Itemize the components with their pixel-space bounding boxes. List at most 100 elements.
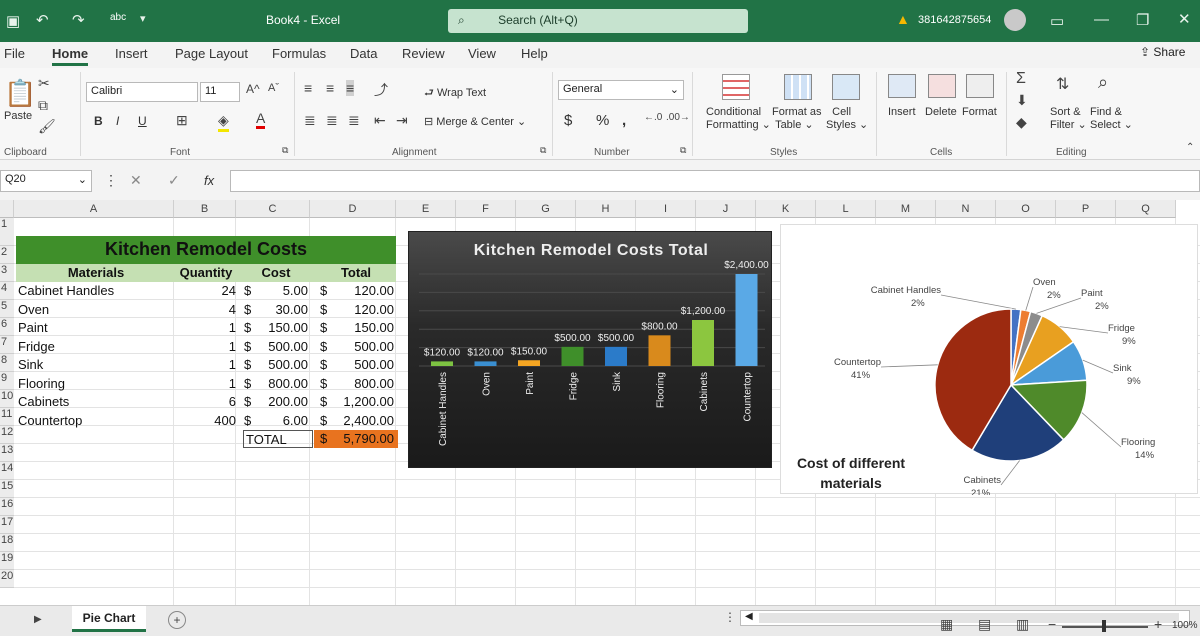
row-header[interactable]: 1 [0, 218, 14, 246]
conditional-formatting-label[interactable]: Conditional Formatting ⌄ [706, 106, 771, 131]
cost-currency-cell[interactable]: $ [244, 301, 256, 319]
column-header[interactable]: E [396, 200, 456, 218]
quantity-cell[interactable]: 400 [176, 412, 236, 430]
total-cell[interactable]: 120.00 [330, 301, 394, 319]
bar[interactable] [692, 320, 714, 366]
column-header[interactable]: H [576, 200, 636, 218]
cell-styles-label[interactable]: Cell Styles ⌄ [826, 106, 868, 131]
tab-data[interactable]: Data [350, 46, 377, 61]
cost-cell[interactable]: 150.00 [256, 319, 308, 337]
material-cell[interactable]: Cabinet Handles [18, 282, 174, 300]
horizontal-scrollbar[interactable]: ◀ [740, 610, 1190, 626]
quantity-cell[interactable]: 1 [176, 375, 236, 393]
sort-filter-label[interactable]: Sort & Filter ⌄ [1050, 106, 1087, 131]
column-header[interactable]: A [14, 200, 174, 218]
fill-icon[interactable]: ⬇ [1016, 92, 1028, 109]
row-header[interactable]: 7 [0, 336, 14, 354]
zoom-level[interactable]: 100% [1172, 620, 1198, 631]
fill-color-icon[interactable]: ◈ [218, 112, 229, 132]
grand-total-value[interactable]: 5,790.00 [330, 430, 394, 448]
column-header[interactable]: O [996, 200, 1056, 218]
cut-icon[interactable]: ✂ [38, 75, 50, 92]
confirm-edit-icon[interactable]: ✓ [168, 172, 180, 189]
tab-home[interactable]: Home [52, 46, 89, 66]
total-label[interactable]: TOTAL [243, 430, 313, 448]
column-header[interactable]: I [636, 200, 696, 218]
warning-icon[interactable]: ▲ [896, 11, 910, 27]
bar[interactable] [648, 335, 671, 366]
share-button[interactable]: ⇪ Share [1140, 45, 1185, 59]
find-select-label[interactable]: Find & Select ⌄ [1090, 106, 1133, 131]
font-color-icon[interactable]: A [256, 110, 266, 129]
page-break-view-icon[interactable]: ▥ [1016, 616, 1029, 633]
select-all-corner[interactable] [0, 200, 14, 218]
format-as-table-icon[interactable] [784, 74, 812, 100]
zoom-slider-handle[interactable] [1102, 620, 1106, 632]
comma-style-button[interactable]: , [622, 112, 626, 129]
minimize-icon[interactable]: — [1094, 11, 1109, 28]
orientation-icon[interactable]: ⤴ [374, 80, 388, 100]
number-format-select[interactable]: General ⌄ [558, 80, 684, 100]
worksheet-grid[interactable]: ABCDEFGHIJKLMNOPQ 1 2 3 4 5 6 7 8 9 10 11 12 13 14 15 1… [0, 200, 1200, 605]
cost-currency-cell[interactable]: $ [244, 319, 256, 337]
bar[interactable] [518, 360, 540, 366]
column-header[interactable]: J [696, 200, 756, 218]
shrink-font-icon[interactable]: Aˇ [268, 82, 279, 94]
bar-chart[interactable]: Kitchen Remodel Costs Total $120.00 Cabin… [408, 231, 772, 468]
column-header[interactable]: L [816, 200, 876, 218]
tab-insert[interactable]: Insert [115, 46, 148, 61]
bar[interactable] [474, 361, 497, 366]
row-header[interactable]: 3 [0, 264, 14, 282]
row-header[interactable]: 4 [0, 282, 14, 300]
header-materials[interactable]: Materials [16, 264, 176, 282]
insert-cells-label[interactable]: Insert [888, 106, 916, 118]
restore-icon[interactable]: ❐ [1136, 11, 1149, 29]
increase-indent-icon[interactable]: ⇥ [396, 112, 408, 129]
increase-decimal-icon[interactable]: ←.0 [644, 112, 662, 123]
currency-button[interactable]: $ [564, 112, 572, 129]
material-cell[interactable]: Paint [18, 319, 174, 337]
cost-currency-cell[interactable]: $ [244, 393, 256, 411]
ribbon-display-icon[interactable]: ▭ [1050, 12, 1064, 30]
quantity-cell[interactable]: 1 [176, 356, 236, 374]
tab-view[interactable]: View [468, 46, 496, 61]
align-middle-icon[interactable]: ≡ [326, 80, 334, 96]
account-name[interactable]: 381642875654 [918, 14, 991, 26]
total-cell[interactable]: 2,400.00 [330, 412, 394, 430]
decrease-decimal-icon[interactable]: .00→ [666, 112, 690, 123]
quantity-cell[interactable]: 1 [176, 319, 236, 337]
page-layout-view-icon[interactable]: ▤ [978, 616, 991, 633]
pie-chart[interactable]: Cabinet Handles 2% Oven 2% Paint 2% Fridge 9% Si… [780, 224, 1198, 495]
bar[interactable] [605, 346, 627, 366]
format-painter-icon[interactable]: 🖌 [38, 118, 56, 135]
cost-currency-cell[interactable]: $ [244, 282, 256, 300]
align-bottom-icon[interactable]: ≡ [346, 80, 355, 96]
tab-page-layout[interactable]: Page Layout [175, 46, 248, 61]
quantity-cell[interactable]: 6 [176, 393, 236, 411]
bold-button[interactable]: B [94, 114, 103, 128]
tab-help[interactable]: Help [521, 46, 548, 61]
total-cell[interactable]: 1,200.00 [330, 393, 394, 411]
spelling-button[interactable]: abc [110, 12, 126, 23]
column-header[interactable]: M [876, 200, 936, 218]
column-header[interactable]: D [310, 200, 396, 218]
align-center-icon[interactable]: ≣ [326, 112, 338, 129]
font-dialog-icon[interactable]: ⧉ [282, 145, 288, 156]
avatar[interactable] [1004, 9, 1026, 31]
cell-styles-icon[interactable] [832, 74, 860, 100]
column-header[interactable]: P [1056, 200, 1116, 218]
bar[interactable] [561, 346, 584, 366]
tab-formulas[interactable]: Formulas [272, 46, 326, 61]
bar[interactable] [735, 274, 758, 366]
merge-center-button[interactable]: ⊟ Merge & Center ⌄ [424, 115, 526, 128]
header-quantity[interactable]: Quantity [176, 264, 236, 282]
row-header[interactable]: 15 [0, 480, 14, 498]
cost-currency-cell[interactable]: $ [244, 338, 256, 356]
delete-cells-icon[interactable] [928, 74, 956, 98]
format-cells-icon[interactable] [966, 74, 994, 98]
customize-qat-icon[interactable]: ▾ [140, 12, 146, 25]
cost-cell[interactable]: 800.00 [256, 375, 308, 393]
material-cell[interactable]: Oven [18, 301, 174, 319]
cost-currency-cell[interactable]: $ [244, 356, 256, 374]
align-right-icon[interactable]: ≣ [348, 112, 360, 129]
